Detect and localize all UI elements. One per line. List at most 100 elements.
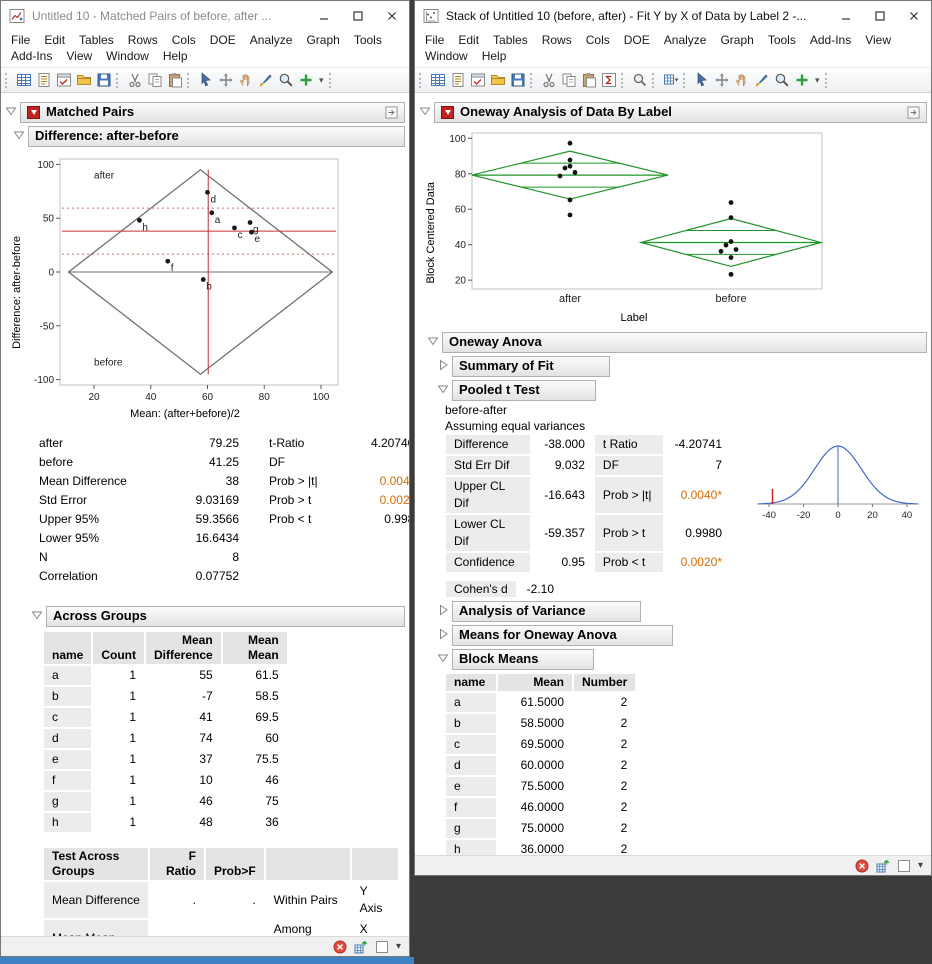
means-for-oneway-title-bar[interactable]: Means for Oneway Anova — [452, 625, 673, 646]
maximize-button[interactable] — [341, 1, 375, 31]
disclosure-open-icon[interactable] — [437, 383, 450, 396]
minimize-button[interactable] — [829, 1, 863, 31]
disclosure-open-icon[interactable] — [31, 609, 44, 622]
red-triangle-menu-icon[interactable] — [441, 105, 454, 119]
disclosure-open-icon[interactable] — [13, 129, 26, 142]
save-icon[interactable] — [94, 70, 114, 90]
new-data-table-icon[interactable] — [14, 70, 34, 90]
formula-icon[interactable] — [599, 70, 619, 90]
summary-of-fit-title-bar[interactable]: Summary of Fit — [452, 356, 610, 377]
menu-tools[interactable]: Tools — [761, 32, 803, 48]
menu-view[interactable]: View — [59, 48, 99, 64]
block-means-title-bar[interactable]: Block Means — [452, 649, 595, 670]
arrow-tool-icon[interactable] — [692, 70, 712, 90]
copy-icon[interactable] — [145, 70, 165, 90]
disclosure-closed-icon[interactable] — [437, 359, 450, 372]
table-link-icon[interactable] — [876, 859, 890, 873]
paste-icon[interactable] — [579, 70, 599, 90]
clear-status-icon[interactable] — [855, 859, 869, 873]
cut-icon[interactable] — [539, 70, 559, 90]
menu-graph[interactable]: Graph — [299, 32, 346, 48]
menu-file[interactable]: File — [418, 32, 451, 48]
brush-tool-icon[interactable] — [752, 70, 772, 90]
menu-file[interactable]: File — [4, 32, 37, 48]
toolbar-overflow-icon[interactable]: ▾ — [812, 75, 823, 86]
menu-tables[interactable]: Tables — [72, 32, 121, 48]
across-groups-title-bar[interactable]: Across Groups — [46, 606, 405, 627]
clear-status-icon[interactable] — [333, 940, 347, 954]
blank-checkbox-icon[interactable] — [375, 940, 389, 954]
menu-graph[interactable]: Graph — [713, 32, 760, 48]
titlebar[interactable]: Untitled 10 - Matched Pairs of before, a… — [1, 1, 409, 31]
disclosure-open-icon[interactable] — [5, 105, 18, 118]
menu-addins[interactable]: Add-Ins — [4, 48, 59, 64]
toolbar-overflow-icon[interactable]: ▾ — [316, 75, 327, 86]
menu-tools[interactable]: Tools — [347, 32, 389, 48]
close-button[interactable] — [897, 1, 931, 31]
journal-icon[interactable] — [34, 70, 54, 90]
menu-analyze[interactable]: Analyze — [243, 32, 300, 48]
disclosure-open-icon[interactable] — [437, 652, 450, 665]
platform-title-bar[interactable]: Matched Pairs — [20, 102, 405, 123]
pooled-t-test-title-bar[interactable]: Pooled t Test — [452, 380, 596, 401]
menu-addins[interactable]: Add-Ins — [803, 32, 858, 48]
status-caret-icon[interactable]: ▾ — [396, 941, 401, 952]
menu-window[interactable]: Window — [99, 48, 156, 64]
new-data-table-icon[interactable] — [428, 70, 448, 90]
copy-icon[interactable] — [559, 70, 579, 90]
menu-view[interactable]: View — [858, 32, 898, 48]
hand-tool-icon[interactable] — [732, 70, 752, 90]
table-row: g 75.0000 2 — [445, 818, 637, 839]
menu-doe[interactable]: DOE — [617, 32, 657, 48]
script-window-icon[interactable] — [468, 70, 488, 90]
menu-edit[interactable]: Edit — [451, 32, 486, 48]
disclosure-closed-icon[interactable] — [437, 628, 450, 641]
menu-analyze[interactable]: Analyze — [657, 32, 714, 48]
disclosure-open-icon[interactable] — [419, 105, 432, 118]
oneway-anova-title-bar[interactable]: Oneway Anova — [442, 332, 927, 353]
menu-window[interactable]: Window — [418, 48, 475, 64]
status-caret-icon[interactable]: ▾ — [918, 860, 923, 871]
menu-edit[interactable]: Edit — [37, 32, 72, 48]
platform-title-bar[interactable]: Oneway Analysis of Data By Label — [434, 102, 927, 123]
search-icon[interactable] — [630, 70, 650, 90]
zoom-tool-icon[interactable] — [772, 70, 792, 90]
table-link-icon[interactable] — [354, 940, 368, 954]
arrow-tool-icon[interactable] — [196, 70, 216, 90]
open-folder-icon[interactable] — [74, 70, 94, 90]
menu-cols[interactable]: Cols — [579, 32, 617, 48]
menu-help[interactable]: Help — [156, 48, 195, 64]
close-button[interactable] — [375, 1, 409, 31]
menu-rows[interactable]: Rows — [121, 32, 165, 48]
section-title-bar[interactable]: Difference: after-before — [28, 126, 405, 147]
move-tool-icon[interactable] — [216, 70, 236, 90]
maximize-button[interactable] — [863, 1, 897, 31]
dock-icon[interactable] — [907, 105, 920, 119]
analysis-of-variance-title-bar[interactable]: Analysis of Variance — [452, 601, 642, 622]
menu-doe[interactable]: DOE — [203, 32, 243, 48]
brush-tool-icon[interactable] — [256, 70, 276, 90]
menu-help[interactable]: Help — [475, 48, 514, 64]
plus-tool-icon[interactable] — [296, 70, 316, 90]
hand-tool-icon[interactable] — [236, 70, 256, 90]
menu-tables[interactable]: Tables — [486, 32, 535, 48]
journal-icon[interactable] — [448, 70, 468, 90]
open-folder-icon[interactable] — [488, 70, 508, 90]
disclosure-closed-icon[interactable] — [437, 604, 450, 617]
move-tool-icon[interactable] — [712, 70, 732, 90]
zoom-tool-icon[interactable] — [276, 70, 296, 90]
cut-icon[interactable] — [125, 70, 145, 90]
plus-tool-icon[interactable] — [792, 70, 812, 90]
blank-checkbox-icon[interactable] — [897, 859, 911, 873]
red-triangle-menu-icon[interactable] — [27, 105, 40, 119]
menu-cols[interactable]: Cols — [165, 32, 203, 48]
save-icon[interactable] — [508, 70, 528, 90]
table-menu-icon[interactable] — [661, 70, 681, 90]
minimize-button[interactable] — [307, 1, 341, 31]
titlebar[interactable]: Stack of Untitled 10 (before, after) - F… — [415, 1, 931, 31]
menu-rows[interactable]: Rows — [535, 32, 579, 48]
paste-icon[interactable] — [165, 70, 185, 90]
disclosure-open-icon[interactable] — [427, 335, 440, 348]
script-window-icon[interactable] — [54, 70, 74, 90]
dock-icon[interactable] — [385, 105, 398, 119]
